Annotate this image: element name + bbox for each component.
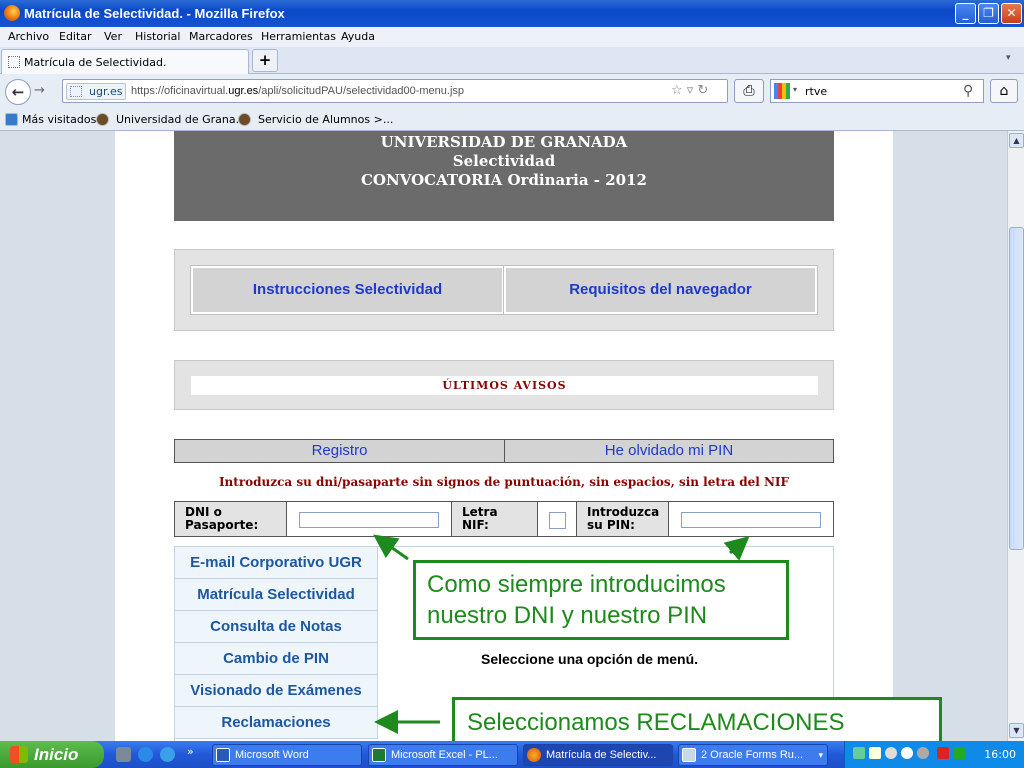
start-label: Inicio	[34, 745, 79, 764]
annotation-arrows	[373, 534, 750, 734]
google-icon[interactable]	[774, 83, 790, 99]
url-prefix: https://oficinavirtual.	[131, 85, 229, 97]
page-icon	[8, 56, 20, 68]
task-word-label: Microsoft Word	[235, 749, 309, 761]
ugr-seal-icon	[238, 113, 251, 126]
chevron-down-icon: ▾	[818, 750, 823, 760]
menu-marcadores[interactable]: Marcadores	[189, 30, 253, 43]
window-title: Matrícula de Selectividad. - Mozilla Fir…	[24, 6, 285, 21]
security-icon[interactable]	[869, 747, 881, 759]
system-tray: 16:00	[844, 741, 1024, 768]
quicklaunch-more-icon[interactable]: »	[187, 745, 194, 758]
site-badge-text: ugr.es	[89, 85, 123, 98]
network-icon[interactable]	[853, 747, 865, 759]
oracle-forms-icon	[682, 748, 696, 762]
forward-arrow-icon[interactable]: →	[34, 83, 45, 98]
bookmark-servicio-alumnos[interactable]: Servicio de Alumnos >...	[258, 113, 393, 126]
most-visited-icon	[5, 113, 18, 126]
bookmark-universidad[interactable]: Universidad de Grana...	[116, 113, 246, 126]
new-tab-button[interactable]: +	[252, 49, 278, 72]
browser-icon[interactable]	[160, 747, 175, 762]
task-oracle-label: 2 Oracle Forms Ru...	[701, 749, 804, 761]
vertical-scrollbar[interactable]: ▲ ▼	[1007, 131, 1024, 741]
navigation-bar: ← → ugr.es https://oficinavirtual.ugr.es…	[0, 74, 1024, 108]
bookmark-star-icon[interactable]: ☆ ▿ ↻	[671, 83, 708, 98]
arrow-to-pin	[723, 536, 750, 561]
page-viewport: UNIVERSIDAD DE GRANADA Selectividad CONV…	[0, 131, 1007, 741]
windows-flag-icon	[10, 746, 28, 763]
task-oracle[interactable]: 2 Oracle Forms Ru... ▾	[678, 744, 828, 766]
clock: 16:00	[984, 748, 1016, 761]
menu-bar: Archivo Editar Ver Historial Marcadores …	[0, 27, 1024, 47]
tab-bar: Matrícula de Selectividad. + ▾	[0, 47, 1024, 74]
menu-historial[interactable]: Historial	[135, 30, 180, 43]
messenger-icon[interactable]	[901, 747, 913, 759]
firefox-icon	[527, 748, 541, 762]
ugr-seal-icon	[96, 113, 109, 126]
restore-button[interactable]: ❐	[978, 3, 999, 24]
scroll-thumb[interactable]	[1009, 227, 1024, 550]
window-title-bar: Matrícula de Selectividad. - Mozilla Fir…	[0, 0, 1024, 27]
tab-list-icon[interactable]: ▾	[1006, 53, 1011, 63]
task-word[interactable]: Microsoft Word	[212, 744, 362, 766]
word-icon	[216, 748, 230, 762]
scroll-down-icon[interactable]: ▼	[1009, 723, 1024, 738]
start-button[interactable]: Inicio	[0, 741, 104, 768]
site-identity-button[interactable]: ugr.es	[66, 83, 126, 100]
scroll-up-icon[interactable]: ▲	[1009, 133, 1024, 148]
menu-ver[interactable]: Ver	[104, 30, 122, 43]
back-arrow-icon[interactable]: ←	[5, 79, 31, 105]
menu-ayuda[interactable]: Ayuda	[341, 30, 375, 43]
taskbar: Inicio » Microsoft Word Microsoft Excel …	[0, 741, 1024, 768]
close-button[interactable]: ✕	[1001, 3, 1022, 24]
task-excel[interactable]: Microsoft Excel - PL...	[368, 744, 518, 766]
antivirus-icon[interactable]	[937, 747, 949, 759]
firefox-icon	[4, 5, 20, 21]
home-icon[interactable]: ⌂	[990, 79, 1018, 103]
minimize-button[interactable]: _	[955, 3, 976, 24]
url-path: /apli/solicitudPAU/selectividad00-menu.j…	[258, 85, 465, 97]
task-excel-label: Microsoft Excel - PL...	[391, 749, 498, 761]
tab-title: Matrícula de Selectividad.	[24, 56, 167, 69]
site-icon	[70, 86, 82, 97]
task-firefox-label: Matrícula de Selectiv...	[546, 749, 657, 761]
clock-settings-icon[interactable]	[917, 747, 929, 759]
task-firefox[interactable]: Matrícula de Selectiv...	[523, 744, 673, 766]
menu-herramientas[interactable]: Herramientas	[261, 30, 336, 43]
volume-icon[interactable]	[885, 747, 897, 759]
arrow-to-dni	[373, 534, 409, 561]
update-icon[interactable]	[953, 747, 965, 759]
ie-icon[interactable]	[138, 747, 153, 762]
bookmark-mas-visitados[interactable]: Más visitados	[22, 113, 96, 126]
url-bar[interactable]: ugr.es https://oficinavirtual.ugr.es/apl…	[62, 79, 728, 103]
tab-selectividad[interactable]: Matrícula de Selectividad.	[1, 49, 249, 74]
menu-archivo[interactable]: Archivo	[8, 30, 49, 43]
desktop-icon[interactable]	[116, 747, 131, 762]
search-input[interactable]: rtve	[805, 85, 827, 98]
url-text[interactable]: https://oficinavirtual.ugr.es/apli/solic…	[131, 85, 464, 97]
search-bar[interactable]: ▾ rtve ⚲	[770, 79, 984, 103]
bookmarks-toolbar: Más visitados Universidad de Grana... Se…	[0, 108, 1024, 131]
excel-icon	[372, 748, 386, 762]
chevron-down-icon[interactable]: ▾	[793, 85, 797, 94]
url-domain: ugr.es	[228, 85, 259, 97]
print-icon[interactable]: ⎙	[734, 79, 764, 103]
menu-editar[interactable]: Editar	[59, 30, 92, 43]
search-icon[interactable]: ⚲	[963, 83, 973, 99]
